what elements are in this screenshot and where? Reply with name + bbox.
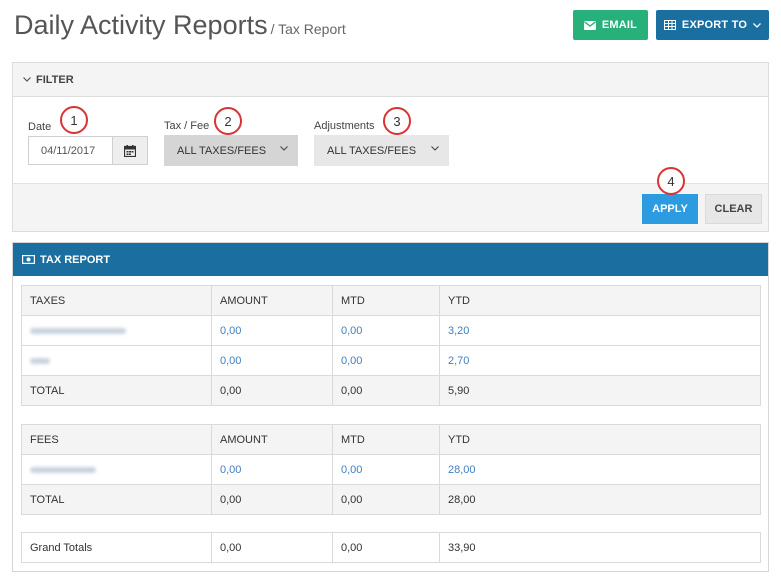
filter-title: FILTER: [36, 73, 74, 86]
filter-header[interactable]: FILTER: [13, 63, 768, 97]
table-row: 0,00 0,00 3,20: [21, 315, 761, 346]
adjustments-select[interactable]: ALL TAXES/FEES: [314, 135, 449, 166]
chevron-down-icon: [431, 146, 439, 151]
date-input[interactable]: 04/11/2017: [28, 136, 112, 165]
grand-totals-row: Grand Totals 0,00 0,00 33,90: [21, 532, 761, 563]
mtd-link[interactable]: 0,00: [332, 345, 440, 376]
callout-2: 2: [214, 107, 242, 135]
blurred-tax-name: [21, 315, 212, 346]
column-header: MTD: [332, 424, 440, 455]
mtd-link[interactable]: 0,00: [332, 315, 440, 346]
blurred-fee-name: [21, 454, 212, 485]
column-header: AMOUNT: [211, 285, 333, 316]
total-ytd: 28,00: [439, 484, 761, 515]
total-row: TOTAL 0,00 0,00 28,00: [21, 484, 761, 515]
export-to-button[interactable]: EXPORT TO: [656, 10, 769, 40]
grand-totals-table: Grand Totals 0,00 0,00 33,90: [21, 532, 761, 563]
fees-table: FEES AMOUNT MTD YTD 0,00 0,00 28,00 TOTA…: [21, 424, 761, 515]
blurred-tax-name: [21, 345, 212, 376]
date-label: Date: [28, 121, 52, 133]
table-header-row: FEES AMOUNT MTD YTD: [21, 424, 761, 455]
apply-button[interactable]: APPLY: [642, 194, 698, 224]
grand-total-mtd: 0,00: [332, 532, 440, 563]
column-header: AMOUNT: [211, 424, 333, 455]
total-label: TOTAL: [21, 484, 212, 515]
table-header-row: TAXES AMOUNT MTD YTD: [21, 285, 761, 316]
money-icon: [22, 255, 35, 264]
column-header: YTD: [439, 424, 761, 455]
grand-total-ytd: 33,90: [439, 532, 761, 563]
email-button[interactable]: EMAIL: [573, 10, 648, 40]
callout-4: 4: [657, 167, 685, 195]
tax-fee-label: Tax / Fee: [164, 120, 210, 132]
calendar-icon: [124, 144, 136, 157]
adjustments-label: Adjustments: [314, 120, 375, 132]
column-header: MTD: [332, 285, 440, 316]
tax-report-title: TAX REPORT: [40, 253, 111, 266]
filter-panel: FILTER Date 04/11/2017 Tax / Fee ALL TAX…: [12, 62, 769, 232]
email-button-label: EMAIL: [601, 19, 638, 31]
clear-button[interactable]: CLEAR: [705, 194, 762, 224]
total-mtd: 0,00: [332, 484, 440, 515]
tax-report-header: TAX REPORT: [13, 243, 768, 276]
total-row: TOTAL 0,00 0,00 5,90: [21, 375, 761, 406]
ytd-link[interactable]: 3,20: [439, 315, 761, 346]
table-row: 0,00 0,00 2,70: [21, 345, 761, 376]
callout-3: 3: [383, 107, 411, 135]
page-title-text: Daily Activity Reports: [14, 10, 268, 40]
export-to-label: EXPORT TO: [681, 19, 748, 31]
tax-report-panel: TAX REPORT TAXES AMOUNT MTD YTD 0,00 0,0…: [12, 242, 769, 572]
ytd-link[interactable]: 28,00: [439, 454, 761, 485]
table-icon: [663, 20, 676, 30]
amount-link[interactable]: 0,00: [211, 315, 333, 346]
mtd-link[interactable]: 0,00: [332, 454, 440, 485]
tax-fee-select-value: ALL TAXES/FEES: [177, 144, 267, 157]
page-subtitle: / Tax Report: [270, 21, 346, 37]
tax-fee-select[interactable]: ALL TAXES/FEES: [164, 135, 298, 166]
chevron-down-icon: [23, 77, 31, 82]
total-mtd: 0,00: [332, 375, 440, 406]
taxes-table: TAXES AMOUNT MTD YTD 0,00 0,00 3,20 0,00…: [21, 285, 761, 406]
date-picker-button[interactable]: [112, 136, 148, 165]
total-amount: 0,00: [211, 484, 333, 515]
total-label: TOTAL: [21, 375, 212, 406]
total-ytd: 5,90: [439, 375, 761, 406]
amount-link[interactable]: 0,00: [211, 454, 333, 485]
grand-total-amount: 0,00: [211, 532, 333, 563]
chevron-down-icon: [753, 22, 762, 28]
column-header: FEES: [21, 424, 212, 455]
callout-1: 1: [60, 106, 88, 134]
ytd-link[interactable]: 2,70: [439, 345, 761, 376]
table-row: 0,00 0,00 28,00: [21, 454, 761, 485]
page-title: Daily Activity Reports / Tax Report: [14, 10, 346, 41]
chevron-down-icon: [280, 146, 288, 151]
adjustments-select-value: ALL TAXES/FEES: [327, 144, 417, 157]
column-header: YTD: [439, 285, 761, 316]
total-amount: 0,00: [211, 375, 333, 406]
amount-link[interactable]: 0,00: [211, 345, 333, 376]
column-header: TAXES: [21, 285, 212, 316]
envelope-icon: [583, 20, 596, 30]
grand-totals-label: Grand Totals: [21, 532, 212, 563]
